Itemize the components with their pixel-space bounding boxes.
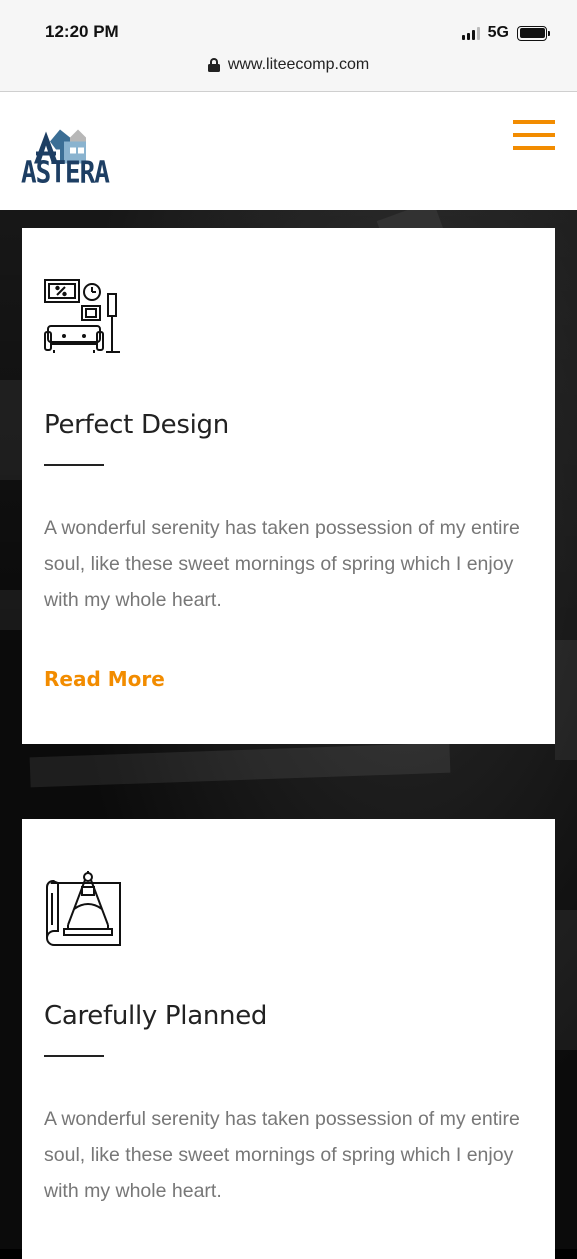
battery-icon <box>517 25 550 41</box>
title-divider <box>44 464 104 466</box>
read-more-link[interactable]: Read More <box>44 667 165 691</box>
feature-description: A wonderful serenity has taken possessio… <box>44 1108 520 1202</box>
living-room-furniture-icon <box>44 279 120 353</box>
blueprint-compass-icon <box>46 871 121 946</box>
address-bar[interactable]: www.liteecomp.com <box>0 56 577 74</box>
feature-card: Carefully Planned A wonderful serenity h… <box>22 819 555 1259</box>
url-text[interactable]: www.liteecomp.com <box>228 56 369 74</box>
network-label: 5G <box>487 24 509 41</box>
browser-chrome: 12:20 PM 5G www.liteecomp.com <box>0 0 577 92</box>
feature-title: Perfect Design <box>44 410 229 440</box>
feature-card: Perfect Design A wonderful serenity has … <box>22 228 555 744</box>
feature-title: Carefully Planned <box>44 1001 268 1031</box>
lock-icon <box>207 58 220 72</box>
status-time: 12:20 PM <box>45 22 119 41</box>
hamburger-menu-icon[interactable] <box>513 120 555 150</box>
logo-wordmark: ASTERA <box>21 156 110 191</box>
status-icons: 5G <box>461 24 550 42</box>
title-divider <box>44 1055 104 1057</box>
feature-description: A wonderful serenity has taken possessio… <box>44 517 520 611</box>
signal-icon <box>461 26 480 40</box>
site-header <box>0 92 577 210</box>
